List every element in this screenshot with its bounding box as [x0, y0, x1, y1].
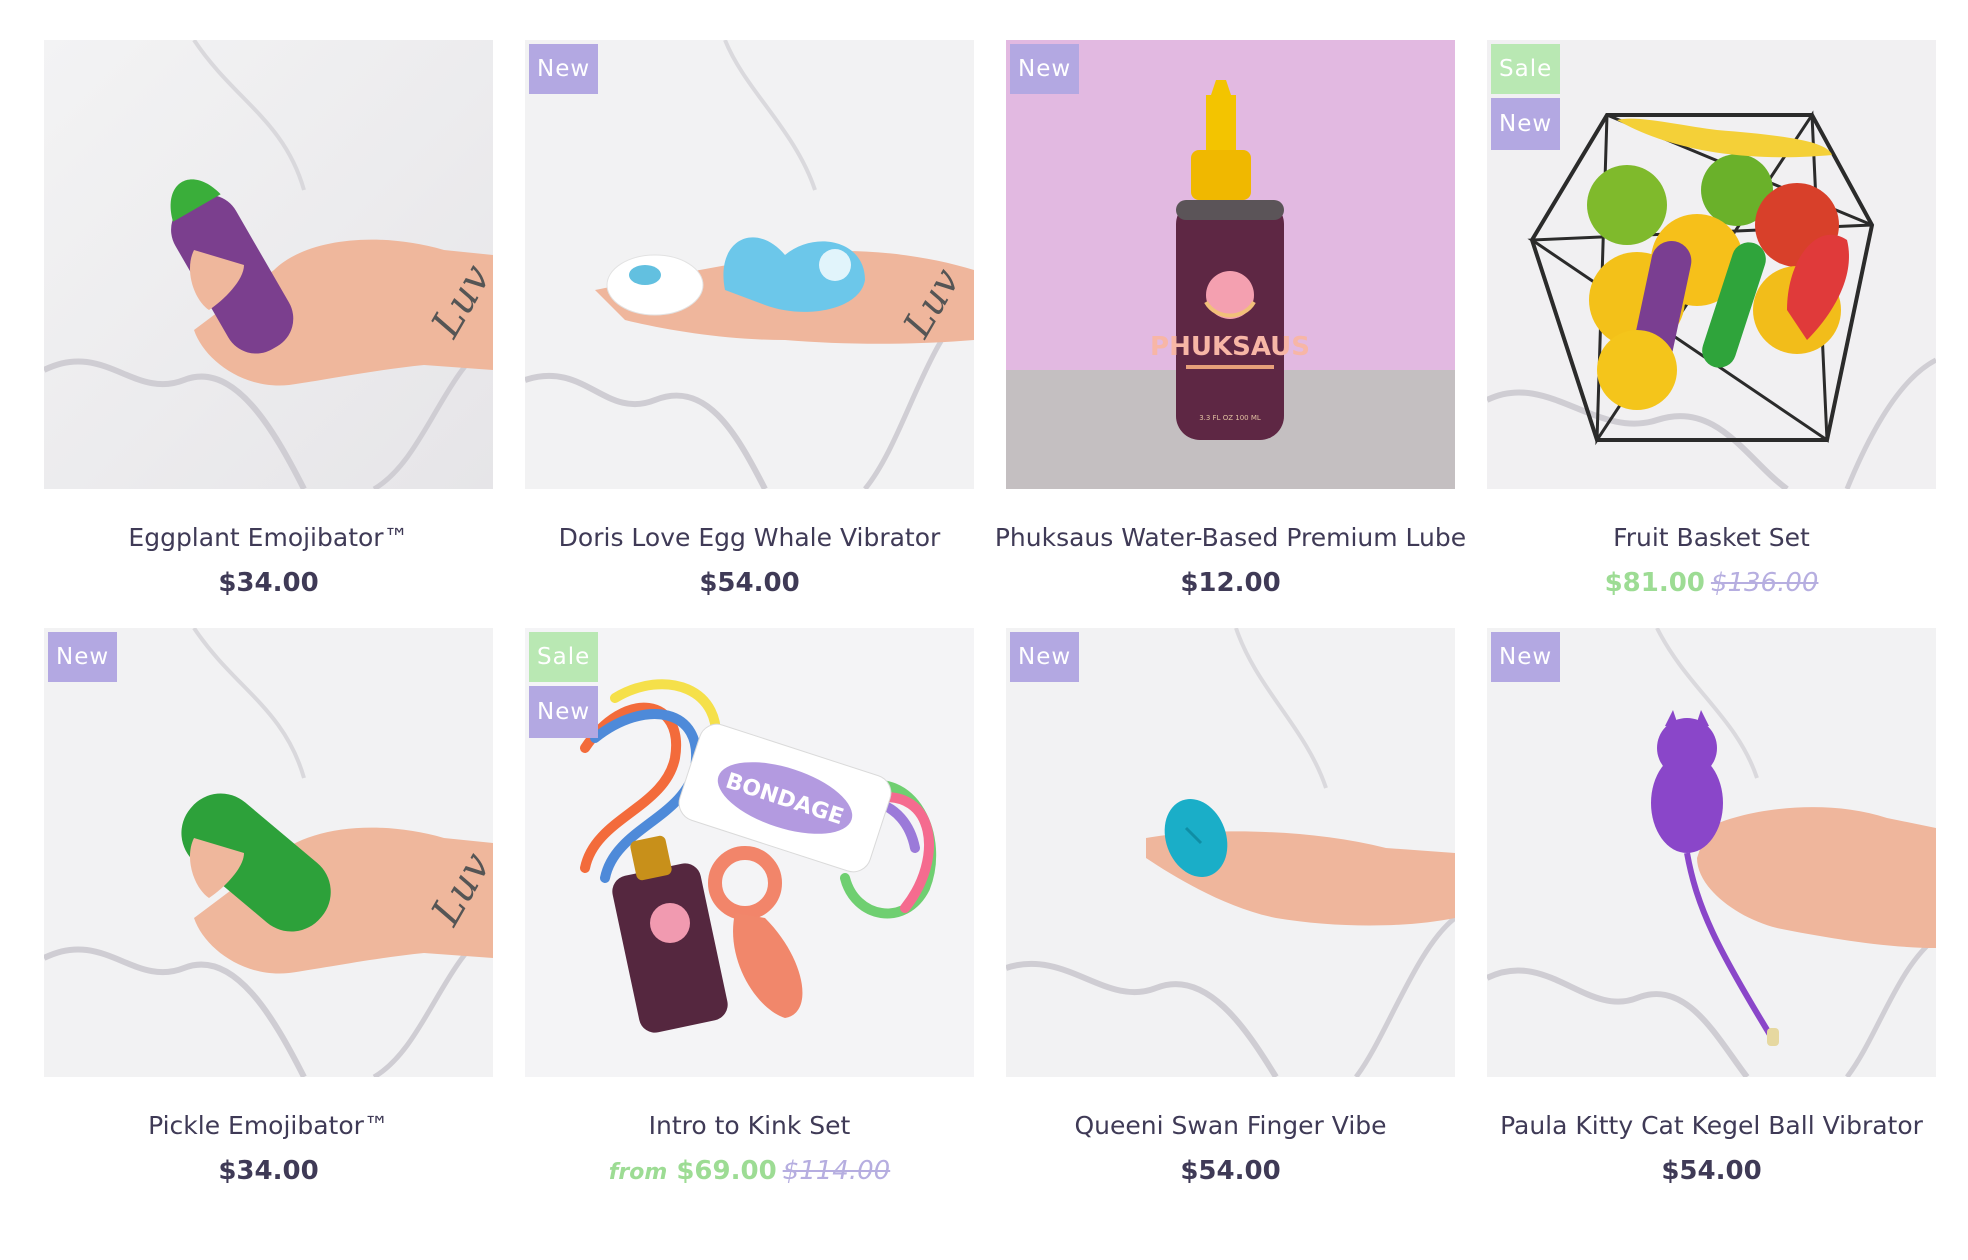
product-price-line: $81.00 $136.00 [1605, 568, 1819, 598]
new-badge: New [1491, 98, 1561, 150]
product-price-line: $54.00 [1180, 1156, 1280, 1186]
hand-holding-kitty-kegel-ball-image [1487, 628, 1936, 1077]
new-badge: New [1010, 632, 1080, 682]
sale-price: $69.00 [676, 1156, 777, 1186]
svg-text:PHUKSAUS: PHUKSAUS [1150, 332, 1310, 362]
product-title[interactable]: Fruit Basket Set [1613, 523, 1810, 552]
product-card-eggplant-emojibator[interactable]: Luv Eggplant Emojibator™ $34.00 [44, 40, 493, 598]
product-title[interactable]: Pickle Emojibator™ [148, 1111, 389, 1140]
product-title[interactable]: Paula Kitty Cat Kegel Ball Vibrator [1500, 1111, 1923, 1140]
product-image[interactable]: BONDAGE Sale New [525, 628, 974, 1077]
product-card-phuksaus-lube[interactable]: PHUKSAUS 3.3 FL OZ 100 ML New Phuksaus W… [995, 40, 1466, 598]
new-badge: New [529, 44, 599, 94]
product-price: $34.00 [218, 1156, 319, 1186]
product-price-line: from $69.00 $114.00 [609, 1156, 890, 1186]
hand-holding-pickle-vibrator-image: Luv [44, 628, 493, 1077]
product-price-line: $34.00 [218, 1156, 318, 1186]
product-price: $34.00 [218, 568, 319, 598]
product-card-fruit-basket-set[interactable]: Sale New Fruit Basket Set $81.00 $136.00 [1487, 40, 1936, 598]
new-badge: New [1010, 44, 1080, 94]
sale-badge: Sale [529, 632, 599, 682]
product-image[interactable]: Luv [44, 40, 493, 489]
hand-holding-swan-finger-vibe-image [1006, 628, 1455, 1077]
badge-group: New [529, 44, 599, 94]
lube-bottle-image: PHUKSAUS 3.3 FL OZ 100 ML [1006, 40, 1455, 489]
badge-group: New [1010, 632, 1080, 682]
compare-at-price: $114.00 [782, 1156, 891, 1186]
product-image[interactable]: Luv New [44, 628, 493, 1077]
product-title[interactable]: Doris Love Egg Whale Vibrator [559, 523, 941, 552]
badge-group: Sale New [1491, 44, 1561, 150]
price-prefix: from [608, 1160, 668, 1185]
product-image[interactable]: PHUKSAUS 3.3 FL OZ 100 ML New [1006, 40, 1455, 489]
product-title[interactable]: Intro to Kink Set [649, 1111, 851, 1140]
product-price: $54.00 [699, 568, 800, 598]
new-badge: New [529, 686, 599, 738]
product-title[interactable]: Queeni Swan Finger Vibe [1074, 1111, 1386, 1140]
product-grid: Luv Eggplant Emojibator™ $34.00 Luv New … [44, 40, 1938, 1186]
badge-group: Sale New [529, 632, 599, 738]
product-image[interactable]: New [1006, 628, 1455, 1077]
product-image[interactable]: New [1487, 628, 1936, 1077]
product-price-line: $54.00 [699, 568, 799, 598]
product-price: $54.00 [1661, 1156, 1762, 1186]
product-card-pickle-emojibator[interactable]: Luv New Pickle Emojibator™ $34.00 [44, 628, 493, 1186]
product-price: $54.00 [1180, 1156, 1281, 1186]
compare-at-price: $136.00 [1710, 568, 1819, 598]
sale-badge: Sale [1491, 44, 1561, 94]
new-badge: New [1491, 632, 1561, 682]
badge-group: New [1010, 44, 1080, 94]
product-price: $12.00 [1180, 568, 1281, 598]
product-card-doris-love-egg[interactable]: Luv New Doris Love Egg Whale Vibrator $5… [525, 40, 974, 598]
product-image[interactable]: Sale New [1487, 40, 1936, 489]
hand-holding-whale-vibrator-image: Luv [525, 40, 974, 489]
product-image[interactable]: Luv New [525, 40, 974, 489]
badge-group: New [1491, 632, 1561, 682]
new-badge: New [48, 632, 118, 682]
product-title[interactable]: Phuksaus Water-Based Premium Lube [995, 523, 1466, 552]
svg-text:3.3 FL OZ 100 ML: 3.3 FL OZ 100 ML [1199, 414, 1261, 422]
badge-group: New [48, 632, 118, 682]
product-card-queeni-swan-finger-vibe[interactable]: New Queeni Swan Finger Vibe $54.00 [1006, 628, 1455, 1186]
product-card-paula-kitty-kegel[interactable]: New Paula Kitty Cat Kegel Ball Vibrator … [1487, 628, 1936, 1186]
product-price-line: $34.00 [218, 568, 318, 598]
sale-price: $81.00 [1604, 568, 1705, 598]
product-card-intro-to-kink-set[interactable]: BONDAGE Sale New Intro to Kink Set from … [525, 628, 974, 1186]
product-price-line: $54.00 [1661, 1156, 1761, 1186]
hand-holding-eggplant-vibrator-image: Luv [44, 40, 493, 489]
product-title[interactable]: Eggplant Emojibator™ [128, 523, 408, 552]
product-price-line: $12.00 [1180, 568, 1280, 598]
